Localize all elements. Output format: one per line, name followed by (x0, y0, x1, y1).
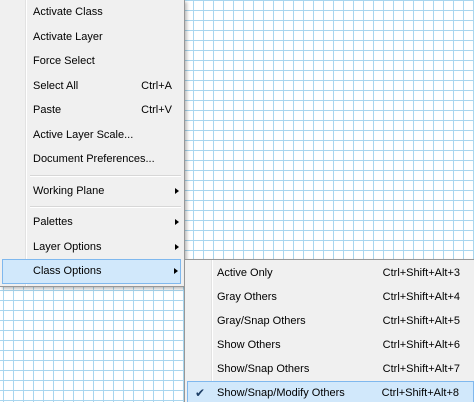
submenu-arrow-icon (175, 219, 179, 226)
menu-item-label: Working Plane (33, 184, 105, 197)
submenu-arrow-icon (175, 243, 179, 250)
menu-item-label: Gray Others (217, 291, 277, 303)
menu-item-shortcut: Ctrl+A (141, 79, 172, 92)
submenu-item-show-snap-modify-others[interactable]: ✔ Show/Snap/Modify Others Ctrl+Shift+Alt… (187, 381, 474, 402)
submenu-item-active-only[interactable]: Active Only Ctrl+Shift+Alt+3 (187, 261, 474, 285)
submenu-item-show-others[interactable]: Show Others Ctrl+Shift+Alt+6 (187, 333, 474, 357)
menu-item-class-options[interactable]: Class Options (2, 259, 181, 284)
menu-item-layer-options[interactable]: Layer Options (2, 235, 181, 260)
menu-item-label: Layer Options (33, 240, 102, 253)
menu-item-label: Class Options (33, 265, 102, 277)
menu-item-palettes[interactable]: Palettes (2, 210, 181, 235)
menu-item-shortcut: Ctrl+Shift+Alt+7 (382, 363, 460, 375)
menu-item-label: Select All (33, 79, 79, 92)
menu-item-shortcut: Ctrl+Shift+Alt+6 (382, 339, 460, 351)
menu-item-document-preferences[interactable]: Document Preferences... (2, 147, 181, 172)
menu-item-label: Activate Class (33, 6, 103, 18)
menu-item-shortcut: Ctrl+Shift+Alt+4 (382, 291, 460, 303)
menu-item-label: Active Only (217, 267, 273, 279)
menu-item-working-plane[interactable]: Working Plane (2, 179, 181, 204)
menu-item-label: Activate Layer (33, 30, 103, 43)
menu-item-label: Gray/Snap Others (217, 315, 306, 327)
menu-item-activate-layer[interactable]: Activate Layer (2, 25, 181, 50)
menu-separator (30, 203, 181, 210)
context-menu: Activate Class Activate Layer Force Sele… (0, 0, 185, 287)
menu-separator (30, 172, 181, 179)
menu-item-label: Palettes (33, 216, 73, 228)
menu-item-paste[interactable]: Paste Ctrl+V (2, 98, 181, 123)
menu-item-label: Active Layer Scale... (33, 128, 134, 141)
submenu-item-gray-snap-others[interactable]: Gray/Snap Others Ctrl+Shift+Alt+5 (187, 309, 474, 333)
menu-item-shortcut: Ctrl+V (141, 104, 172, 116)
menu-item-active-layer-scale[interactable]: Active Layer Scale... (2, 123, 181, 148)
menu-item-label: Document Preferences... (33, 153, 155, 165)
menu-item-select-all[interactable]: Select All Ctrl+A (2, 74, 181, 99)
menu-item-label: Show Others (217, 339, 281, 351)
menu-item-label: Force Select (33, 55, 95, 67)
submenu-item-show-snap-others[interactable]: Show/Snap Others Ctrl+Shift+Alt+7 (187, 357, 474, 381)
menu-item-force-select[interactable]: Force Select (2, 49, 181, 74)
menu-item-activate-class[interactable]: Activate Class (2, 0, 181, 25)
class-options-submenu: Active Only Ctrl+Shift+Alt+3 Gray Others… (184, 259, 474, 402)
menu-item-shortcut: Ctrl+Shift+Alt+3 (382, 267, 460, 279)
menu-item-shortcut: Ctrl+Shift+Alt+8 (381, 387, 459, 399)
menu-item-shortcut: Ctrl+Shift+Alt+5 (382, 315, 460, 327)
submenu-item-gray-others[interactable]: Gray Others Ctrl+Shift+Alt+4 (187, 285, 474, 309)
submenu-arrow-icon (174, 268, 178, 275)
menu-item-label: Show/Snap/Modify Others (217, 387, 345, 399)
submenu-arrow-icon (175, 187, 179, 194)
menu-item-label: Show/Snap Others (217, 363, 310, 375)
menu-item-label: Paste (33, 104, 62, 116)
check-icon: ✔ (195, 386, 206, 400)
